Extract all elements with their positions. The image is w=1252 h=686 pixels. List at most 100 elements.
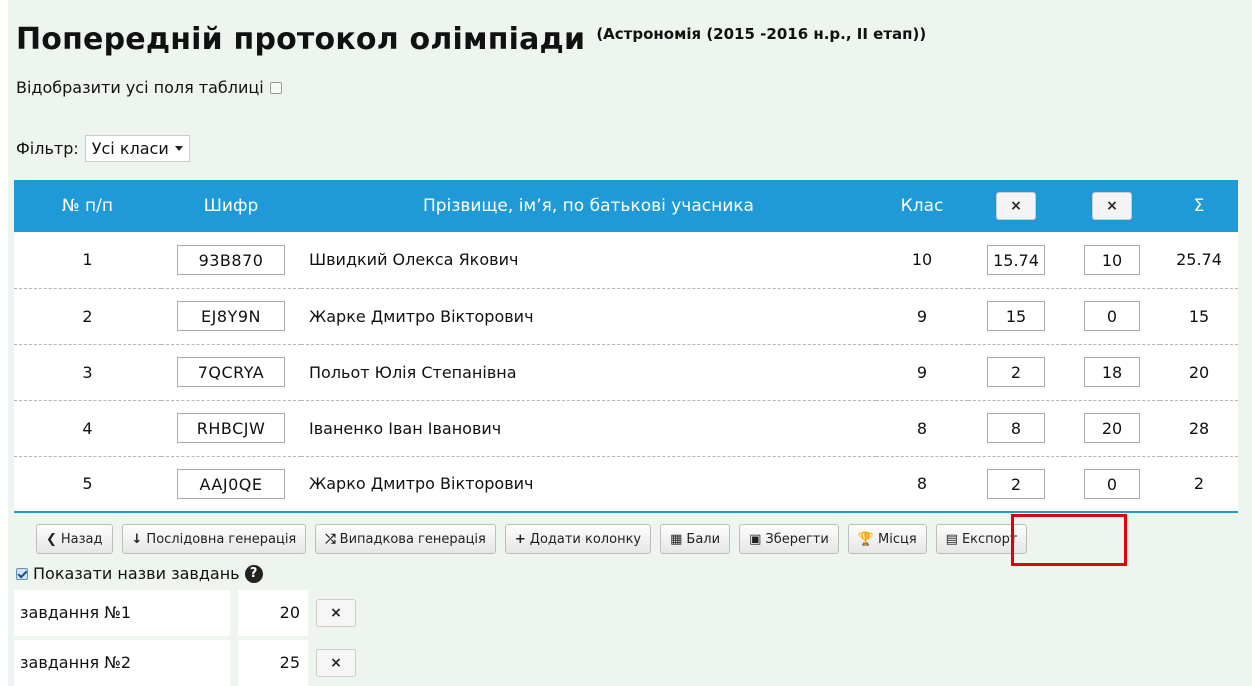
close-icon: × bbox=[1106, 198, 1118, 214]
calculator-icon: ▦ bbox=[670, 531, 683, 547]
col-header-name: Прізвище, ім’я, по батькові учасника bbox=[301, 180, 876, 232]
grade: 9 bbox=[876, 344, 968, 401]
table-row: 2 EJ8Y9N Жарке Дмитро Вікторович 9 15 0 … bbox=[14, 288, 1238, 345]
back-button[interactable]: ❮ Назад bbox=[36, 524, 113, 554]
back-button-label: Назад bbox=[60, 531, 103, 547]
save-label: Зберегти bbox=[765, 531, 829, 547]
places-button[interactable]: 🏆 Місця bbox=[847, 524, 927, 554]
table-row: 4 RHBCJW Іваненко Іван Іванович 8 8 20 2… bbox=[14, 400, 1238, 457]
page-header: Попередній протокол олімпіади (Астрономі… bbox=[16, 22, 926, 57]
sort-numeric-icon: ↓ bbox=[131, 531, 143, 547]
task1-score-input[interactable]: 15.74 bbox=[987, 244, 1045, 275]
task2-score-input[interactable]: 18 bbox=[1084, 357, 1140, 387]
task2-score-input[interactable]: 10 bbox=[1084, 244, 1140, 275]
cipher-field[interactable]: 7QCRYA bbox=[177, 357, 285, 387]
cipher-field[interactable]: EJ8Y9N bbox=[177, 301, 285, 331]
task2-score-input[interactable]: 0 bbox=[1084, 468, 1140, 499]
task2-score-input[interactable]: 20 bbox=[1084, 413, 1140, 443]
col-header-sum: Σ bbox=[1160, 180, 1238, 232]
total-score: 2 bbox=[1160, 456, 1238, 513]
total-score: 20 bbox=[1160, 344, 1238, 401]
delete-task-2-button[interactable]: × bbox=[316, 649, 356, 677]
show-task-names-checkbox[interactable] bbox=[16, 567, 28, 580]
grade: 8 bbox=[876, 456, 968, 513]
task1-score-input[interactable]: 2 bbox=[987, 468, 1045, 499]
points-button[interactable]: ▦ Бали bbox=[660, 524, 731, 554]
places-label: Місця bbox=[878, 531, 917, 547]
task-name-row: завдання №2 25 × bbox=[14, 640, 356, 686]
protocol-table: № п/п Шифр Прізвище, ім’я, по батькові у… bbox=[14, 180, 1238, 513]
shuffle-icon: ⤮ bbox=[325, 531, 336, 547]
row-num: 5 bbox=[14, 456, 161, 513]
page-title: Попередній протокол олімпіади bbox=[16, 22, 586, 57]
table-header-row: № п/п Шифр Прізвище, ім’я, по батькові у… bbox=[14, 180, 1238, 232]
participant-name: Швидкий Олекса Якович bbox=[301, 232, 876, 289]
row-num: 3 bbox=[14, 344, 161, 401]
cipher-field[interactable]: AAJ0QE bbox=[177, 468, 285, 499]
help-icon[interactable]: ? bbox=[244, 564, 263, 583]
action-toolbar: ❮ Назад ↓ Послідовна генерація ⤮ Випадко… bbox=[36, 524, 1028, 554]
chevron-left-icon: ❮ bbox=[46, 531, 57, 547]
page-subtitle: (Астрономія (2015 -2016 н.р., II етап)) bbox=[596, 25, 927, 43]
places-button-highlight bbox=[1011, 514, 1127, 566]
chevron-down-icon bbox=[174, 146, 183, 151]
cipher-field[interactable]: RHBCJW bbox=[177, 413, 285, 443]
col-header-task2: × bbox=[1064, 180, 1160, 232]
trophy-icon: 🏆 bbox=[857, 531, 875, 547]
table-row: 1 93B870 Швидкий Олекса Якович 10 15.74 … bbox=[14, 232, 1238, 289]
task1-score-input[interactable]: 2 bbox=[987, 357, 1045, 387]
close-icon: × bbox=[330, 655, 342, 671]
export-file-icon: ▤ bbox=[945, 531, 958, 547]
participant-name: Жарко Дмитро Вікторович bbox=[301, 456, 876, 513]
save-button[interactable]: ▣ Зберегти bbox=[739, 524, 839, 554]
task-name-row: завдання №1 20 × bbox=[14, 590, 356, 636]
cipher-field[interactable]: 93B870 bbox=[177, 244, 285, 275]
sequential-generation-button[interactable]: ↓ Послідовна генерація bbox=[121, 524, 307, 554]
export-label: Експорт bbox=[961, 531, 1018, 547]
col-header-cipher: Шифр bbox=[161, 180, 301, 232]
total-score: 15 bbox=[1160, 288, 1238, 345]
close-icon: × bbox=[1010, 198, 1022, 214]
row-num: 1 bbox=[14, 232, 161, 289]
show-all-fields-label: Відобразити усі поля таблиці bbox=[16, 78, 264, 97]
show-task-names: Показати назви завдань ? bbox=[16, 564, 263, 583]
task2-score-input[interactable]: 0 bbox=[1084, 301, 1140, 331]
points-label: Бали bbox=[686, 531, 721, 547]
delete-column-2-button[interactable]: × bbox=[1092, 192, 1132, 220]
sequential-generation-label: Послідовна генерація bbox=[146, 531, 297, 547]
add-column-button[interactable]: + Додати колонку bbox=[504, 524, 652, 554]
participant-name: Польот Юлія Степанівна bbox=[301, 344, 876, 401]
task-name-field[interactable]: завдання №1 bbox=[14, 590, 230, 636]
plus-icon: + bbox=[514, 531, 526, 547]
col-header-grade: Клас bbox=[876, 180, 968, 232]
show-all-fields-checkbox[interactable] bbox=[269, 81, 282, 94]
task-name-field[interactable]: завдання №2 bbox=[14, 640, 230, 686]
table-row: 5 AAJ0QE Жарко Дмитро Вікторович 8 2 0 2 bbox=[14, 456, 1238, 513]
row-num: 4 bbox=[14, 400, 161, 457]
grade: 10 bbox=[876, 232, 968, 289]
show-all-fields: Відобразити усі поля таблиці bbox=[16, 78, 282, 97]
task1-score-input[interactable]: 15 bbox=[987, 301, 1045, 331]
total-score: 28 bbox=[1160, 400, 1238, 457]
participant-name: Іваненко Іван Іванович bbox=[301, 400, 876, 457]
filter-label: Фільтр: bbox=[16, 139, 79, 158]
show-task-names-label: Показати назви завдань bbox=[33, 564, 240, 583]
grade: 9 bbox=[876, 288, 968, 345]
add-column-label: Додати колонку bbox=[529, 531, 642, 547]
filter: Фільтр: Усі класи bbox=[16, 135, 190, 162]
random-generation-label: Випадкова генерація bbox=[339, 531, 486, 547]
participant-name: Жарке Дмитро Вікторович bbox=[301, 288, 876, 345]
col-header-num: № п/п bbox=[14, 180, 161, 232]
delete-task-1-button[interactable]: × bbox=[316, 599, 356, 627]
task-max-score[interactable]: 25 bbox=[238, 640, 308, 686]
task-max-score[interactable]: 20 bbox=[238, 590, 308, 636]
random-generation-button[interactable]: ⤮ Випадкова генерація bbox=[315, 524, 496, 554]
close-icon: × bbox=[330, 605, 342, 621]
floppy-disk-icon: ▣ bbox=[749, 531, 762, 547]
class-filter-value: Усі класи bbox=[91, 139, 169, 158]
task1-score-input[interactable]: 8 bbox=[987, 413, 1045, 443]
row-num: 2 bbox=[14, 288, 161, 345]
class-filter-select[interactable]: Усі класи bbox=[84, 135, 190, 162]
delete-column-1-button[interactable]: × bbox=[996, 192, 1036, 220]
table-row: 3 7QCRYA Польот Юлія Степанівна 9 2 18 2… bbox=[14, 344, 1238, 401]
